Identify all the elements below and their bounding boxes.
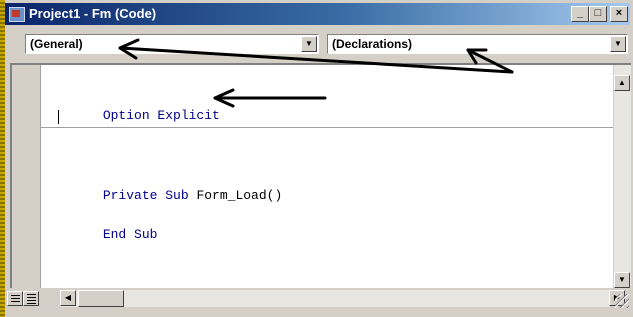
margin-indicator-bar[interactable] xyxy=(12,65,41,288)
title-bar[interactable]: Project1 - Fm (Code) _ □ × xyxy=(5,3,630,25)
vb-project-icon[interactable] xyxy=(9,7,25,22)
code-text: Form_Load() xyxy=(188,188,283,203)
code-keyword: Option Explicit xyxy=(102,108,220,123)
status-area: ◀ ▶ xyxy=(5,288,631,316)
code-line-end-sub[interactable]: End Sub xyxy=(56,211,158,259)
maximize-button[interactable]: □ xyxy=(589,6,607,22)
scroll-up-icon[interactable]: ▲ xyxy=(614,75,630,91)
text-caret xyxy=(58,110,59,124)
horizontal-scrollbar[interactable]: ◀ xyxy=(60,290,610,307)
window-title: Project1 - Fm (Code) xyxy=(29,6,157,21)
object-combo-value: (General) xyxy=(30,37,83,51)
chevron-down-icon[interactable]: ▼ xyxy=(610,36,626,52)
procedure-combo-value: (Declarations) xyxy=(332,37,413,51)
window-edge xyxy=(0,0,5,317)
code-line-option-explicit[interactable]: Option Explicit xyxy=(56,92,220,140)
chevron-down-icon[interactable]: ▼ xyxy=(301,36,317,52)
procedure-combo[interactable]: (Declarations) ▼ xyxy=(327,34,628,54)
resize-grip-icon[interactable] xyxy=(615,294,629,308)
horizontal-scroll-thumb[interactable] xyxy=(78,290,124,307)
close-button[interactable]: × xyxy=(610,6,628,22)
vertical-scrollbar[interactable]: ▲ ▼ xyxy=(613,65,631,288)
code-keyword: Private Sub xyxy=(102,188,189,203)
scroll-down-icon[interactable]: ▼ xyxy=(614,272,630,288)
minimize-button[interactable]: _ xyxy=(571,6,589,22)
code-keyword: End Sub xyxy=(102,227,158,242)
procedure-view-icon[interactable] xyxy=(7,291,23,306)
procedure-separator xyxy=(41,127,613,128)
full-module-view-icon[interactable] xyxy=(23,291,39,306)
scroll-left-icon[interactable]: ◀ xyxy=(60,290,76,306)
code-editor[interactable]: Option Explicit Private Sub Form_Load() … xyxy=(10,63,631,288)
code-window: Project1 - Fm (Code) _ □ × (General) ▼ (… xyxy=(0,0,633,317)
object-combo[interactable]: (General) ▼ xyxy=(25,34,319,54)
